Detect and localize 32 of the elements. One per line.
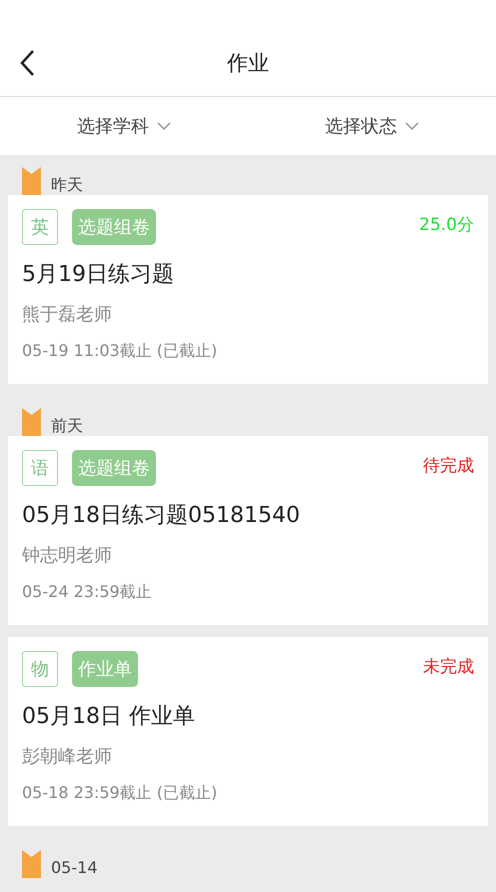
type-tag: 选题组卷 [72,450,156,486]
deadline-text: 05-24 23:59截止 [22,581,153,603]
filter-dropdown[interactable]: 选择状态 [248,97,496,155]
deadline-text: 05-19 11:03截止 (已截止) [22,340,218,362]
homework-card[interactable]: 语 选题组卷 待完成 05月18日练习题05181540 钟志明老师 05-24 23:59截止 [8,436,488,625]
bookmark-icon [22,408,41,436]
filter-dropdown[interactable]: 选择学科 [0,97,248,155]
homework-card[interactable]: 物 作业单 未完成 05月18日 作业单 彭朝峰老师 05-18 23:59截止 (已截止) [8,637,488,826]
homework-title: 05月18日 作业单 [22,703,196,731]
status-text: 未完成 [423,656,474,678]
homework-title: 05月18日练习题05181540 [22,502,301,530]
type-tag: 作业单 [72,651,138,687]
status-text: 25.0分 [419,214,474,236]
page-title: 作业 [227,50,269,77]
date-label: 昨天 [51,175,83,195]
homework-card[interactable]: 英 选题组卷 25.0分 5月19日练习题 熊于磊老师 05-19 11:03截止 (已截止) [8,195,488,384]
chevron-down-icon [405,122,419,130]
subject-tag: 物 [22,651,58,687]
type-tag: 选题组卷 [72,209,156,245]
deadline-text: 05-18 23:59截止 (已截止) [22,782,218,804]
bookmark-icon [22,167,41,195]
chevron-down-icon [157,122,171,130]
bookmark-icon [22,850,41,878]
status-text: 待完成 [423,455,474,477]
subject-tag: 英 [22,209,58,245]
teacher-name: 熊于磊老师 [22,303,113,327]
teacher-name: 彭朝峰老师 [22,745,113,769]
homework-title: 5月19日练习题 [22,261,175,289]
date-label: 05-14 [51,858,98,878]
teacher-name: 钟志明老师 [22,544,113,568]
subject-tag: 语 [22,450,58,486]
date-label: 前天 [51,416,83,436]
